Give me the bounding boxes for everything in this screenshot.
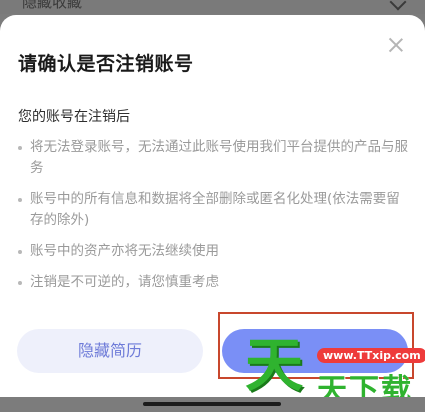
- bullet-icon: [18, 281, 22, 285]
- watermark-url: www.TTxip.com: [317, 348, 425, 363]
- list-item: 账号中的资产亦将无法继续使用: [14, 241, 409, 262]
- list-item: 账号中的所有信息和数据将全部删除或匿名化处理(依法需要留存的除外): [14, 189, 409, 231]
- consequence-list: 将无法登录账号，无法通过此账号使用我们平台提供的产品与服务 账号中的所有信息和数…: [14, 137, 409, 303]
- dialog-title: 请确认是否注销账号: [18, 53, 194, 75]
- background-list-row: 隐藏收藏: [0, 0, 425, 14]
- dialog-subtitle: 您的账号在注销后: [18, 109, 130, 125]
- bullet-icon: [18, 250, 22, 254]
- home-indicator[interactable]: [143, 402, 281, 406]
- list-item-text: 注销是不可逆的，请您慎重考虑: [30, 274, 219, 290]
- list-item-text: 账号中的资产亦将无法继续使用: [30, 243, 219, 259]
- hide-resume-button[interactable]: 隐藏简历: [17, 329, 203, 373]
- watermark-logo: 天: [245, 331, 304, 399]
- bullet-icon: [18, 146, 22, 150]
- close-icon[interactable]: [388, 37, 404, 53]
- list-item-text: 账号中的所有信息和数据将全部删除或匿名化处理(依法需要留存的除外): [30, 191, 400, 228]
- list-item: 将无法登录账号，无法通过此账号使用我们平台提供的产品与服务: [14, 137, 409, 179]
- bullet-icon: [18, 198, 22, 202]
- list-item-text: 将无法登录账号，无法通过此账号使用我们平台提供的产品与服务: [30, 139, 408, 176]
- background-row-text: 隐藏收藏: [22, 0, 83, 11]
- list-item: 注销是不可逆的，请您慎重考虑: [14, 272, 409, 293]
- chevron-down-icon: [389, 0, 407, 11]
